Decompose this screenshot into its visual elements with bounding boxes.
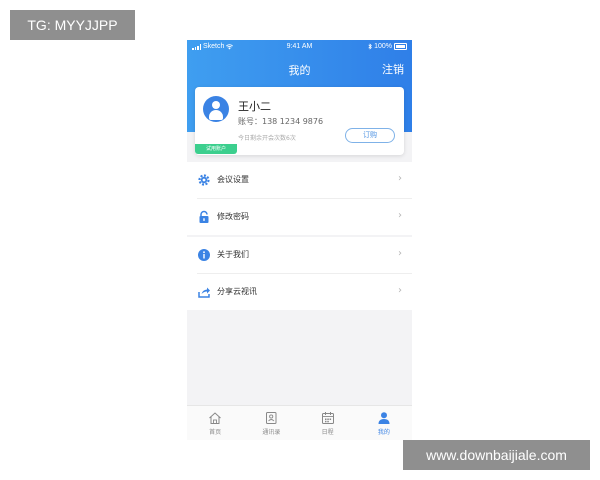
share-icon xyxy=(198,287,210,298)
tab-mine[interactable]: 我的 xyxy=(356,406,412,440)
avatar-body xyxy=(209,110,223,120)
account-number: 账号：138 1234 9876 xyxy=(238,117,324,126)
watermark-top: TG: MYYJJPP xyxy=(10,10,135,40)
battery-icon xyxy=(394,43,407,50)
watermark-bottom: www.downbaijiale.com xyxy=(403,440,590,470)
phone-screen: Sketch 9:41 AM 100% 我的 注销 王小二 账号：138 123… xyxy=(187,40,412,440)
avatar-head xyxy=(212,101,220,109)
menu-item-about-us[interactable]: 关于我们 › xyxy=(187,237,412,273)
tab-schedule[interactable]: 日程 xyxy=(300,406,356,440)
menu-item-meeting-settings[interactable]: 会议设置 › xyxy=(187,162,412,198)
info-icon xyxy=(198,249,210,261)
logout-button[interactable]: 注销 xyxy=(382,61,404,77)
avatar xyxy=(203,96,229,122)
menu-item-label: 关于我们 xyxy=(217,250,249,259)
chevron-right-icon: › xyxy=(398,248,402,259)
bluetooth-icon xyxy=(368,43,372,50)
lock-icon xyxy=(199,210,209,223)
tab-label: 日程 xyxy=(321,429,334,436)
battery-percent: 100% xyxy=(374,43,392,50)
tab-contacts[interactable]: 通讯录 xyxy=(243,406,299,440)
tab-label: 我的 xyxy=(377,429,390,436)
status-bar: Sketch 9:41 AM 100% xyxy=(187,40,412,54)
person-icon xyxy=(378,412,390,424)
menu-item-share[interactable]: 分享云视讯 › xyxy=(187,274,412,310)
tab-home[interactable]: 首页 xyxy=(187,406,243,440)
tab-bar: 首页 通讯录 日程 我的 xyxy=(187,405,412,440)
home-icon xyxy=(209,412,221,424)
chevron-right-icon: › xyxy=(398,173,402,184)
menu-item-label: 会议设置 xyxy=(217,175,249,184)
menu-group-about: 关于我们 › 分享云视讯 › xyxy=(187,237,412,310)
calendar-icon xyxy=(321,412,334,424)
page-title: 我的 xyxy=(288,64,311,77)
menu-item-label: 修改密码 xyxy=(217,212,249,221)
chevron-right-icon: › xyxy=(398,285,402,296)
trial-account-badge: 试用账户 xyxy=(195,144,237,154)
gear-icon xyxy=(198,174,210,186)
remaining-meetings: 今日剩余开会次数6次 xyxy=(238,135,296,142)
subscribe-button[interactable]: 订购 xyxy=(345,128,395,143)
tab-label: 首页 xyxy=(209,429,222,436)
menu-group-settings: 会议设置 › 修改密码 › xyxy=(187,162,412,235)
menu-item-change-password[interactable]: 修改密码 › xyxy=(187,199,412,235)
tab-label: 通讯录 xyxy=(262,429,281,436)
user-name: 王小二 xyxy=(238,100,271,113)
chevron-right-icon: › xyxy=(398,210,402,221)
menu-item-label: 分享云视讯 xyxy=(217,287,257,296)
contacts-icon xyxy=(266,412,277,424)
